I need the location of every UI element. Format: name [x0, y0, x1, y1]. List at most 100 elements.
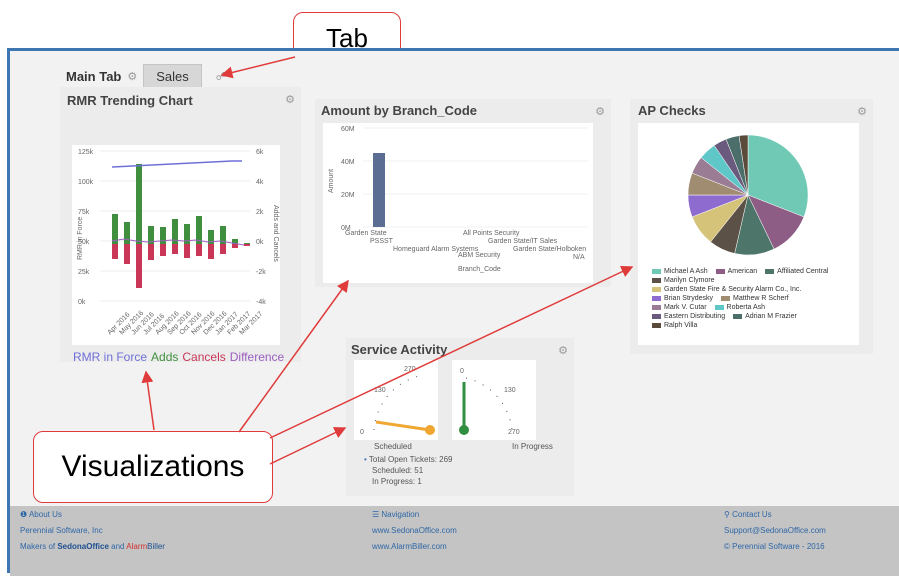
legend-swatch [652, 295, 661, 301]
ap-legend: Michael A Ash American Affiliated Central M… [638, 268, 859, 329]
g2-tick-270: 270 [508, 429, 520, 436]
legend-swatch [733, 313, 743, 319]
legend-adds[interactable]: Adds [151, 350, 178, 364]
ap-legend-item[interactable]: Marilyn Clymore [652, 277, 715, 284]
rmr-yright-tick: 0k [256, 239, 264, 246]
gauge-scheduled: 270 130 0 [354, 360, 438, 440]
stat-total: • Total Open Tickets: 269 [364, 454, 453, 465]
info-icon: ❶ [20, 510, 28, 519]
rmr-yleft-tick: 25k [78, 269, 90, 276]
legend-swatch [652, 322, 661, 328]
ap-legend-item[interactable]: American [715, 268, 758, 275]
rmr-yright-tick: -4k [256, 299, 266, 306]
brand-sedona[interactable]: SedonaOffice [57, 542, 109, 551]
ap-pie [687, 134, 809, 256]
visualizations-annotation: Visualizations [33, 431, 273, 503]
rmr-yleft-tick: 75k [78, 209, 90, 216]
ap-legend-label: American [727, 268, 758, 275]
ap-legend-item[interactable]: Garden State Fire & Security Alarm Co., … [652, 286, 801, 293]
ap-legend-item[interactable]: Roberta Ash [714, 304, 765, 311]
g2-tick-130: 130 [504, 387, 516, 394]
rmr-yright-tick: 4k [256, 179, 264, 186]
ap-legend-item[interactable]: Brian Strydesky [652, 295, 713, 302]
nav-link-alarmbiller[interactable]: www.AlarmBiller.com [372, 542, 457, 551]
ap-legend-item[interactable]: Affiliated Central [765, 268, 828, 275]
rmr-cancel-bar [172, 244, 178, 254]
ap-legend-item[interactable]: Ralph Villa [652, 322, 697, 329]
nav-link-sedona[interactable]: www.SedonaOffice.com [372, 526, 457, 535]
company-link[interactable]: Perennial Software, Inc [20, 526, 165, 535]
users-icon[interactable]: ☍ [216, 70, 227, 83]
amount-xtick: Garden State/Holboken [513, 246, 586, 253]
gauge-inprogress: 0 130 270 [452, 360, 536, 440]
amount-xtick: Garden State [345, 230, 387, 237]
ap-legend-item[interactable]: Mark V. Cutar [652, 304, 707, 311]
ap-legend-label: Brian Strydesky [664, 295, 714, 302]
service-settings-icon[interactable]: ⚙ [558, 344, 568, 357]
bullet-icon: • [364, 455, 367, 464]
ap-legend-item[interactable]: Michael A Ash [652, 268, 708, 275]
gear-icon[interactable]: ⚙ [127, 70, 137, 83]
tab-sales[interactable]: Sales [143, 64, 202, 89]
about-header[interactable]: ❶ About Us [20, 510, 165, 519]
about-label: About Us [28, 510, 62, 519]
amount-xtick: N/A [573, 254, 585, 261]
amount-chart: 60M40M20M0MAmountGarden StatePSSSTHomegu… [323, 123, 593, 283]
legend-cancels[interactable]: Cancels [182, 350, 225, 364]
g2-arc [465, 377, 513, 431]
rmr-cancel-bar [244, 244, 250, 246]
ap-title: AP Checks [638, 103, 706, 118]
rmr-yleft-tick: 100k [78, 179, 94, 186]
legend-swatch [714, 304, 724, 310]
rmr-ylabel-right: Adds and Cancels [272, 205, 279, 262]
tab-main[interactable]: Main Tab [66, 69, 121, 84]
rmr-yleft-tick: 0k [78, 299, 86, 306]
legend-difference[interactable]: Difference [230, 350, 284, 364]
rmr-settings-icon[interactable]: ⚙ [285, 93, 295, 106]
rmr-add-bar [244, 243, 250, 244]
brand-alarm[interactable]: Alarm [126, 542, 147, 551]
ap-settings-icon[interactable]: ⚙ [857, 105, 867, 118]
rmr-chart: 125k100k75k50k25k0k6k4k2k0k-2k-4kRMR in … [72, 145, 280, 345]
legend-rmr[interactable]: RMR in Force [73, 350, 147, 364]
ap-legend-label: Eastern Distributing [664, 313, 726, 320]
amount-ylabel: Amount [328, 169, 335, 193]
rmr-add-bar [160, 227, 166, 244]
ap-legend-label: Garden State Fire & Security Alarm Co., … [664, 286, 802, 293]
rmr-panel: RMR Trending Chart ⚙ 125k 100k 75k 50k 25k 0k… [60, 87, 301, 364]
ap-legend-item[interactable]: Adrian M Frazier [733, 313, 797, 320]
amount-xlabel: Branch_Code [458, 266, 501, 273]
amount-settings-icon[interactable]: ⚙ [595, 105, 605, 118]
amount-ytick: 20M [341, 192, 355, 199]
brand-biller[interactable]: Biller [147, 542, 165, 551]
rmr-cancel-bar [136, 244, 142, 288]
ap-legend-label: Michael A Ash [664, 268, 708, 275]
stat-total-text: Total Open Tickets: 269 [368, 455, 453, 464]
g1-tick-130: 130 [374, 387, 386, 394]
rmr-title: RMR Trending Chart [67, 93, 193, 108]
rmr-ylabel-left: RMR in Force [77, 217, 84, 260]
service-title: Service Activity [351, 342, 448, 357]
support-email[interactable]: Support@SedonaOffice.com [724, 526, 826, 535]
contact-header: ⚲ Contact Us [724, 510, 826, 519]
amount-xtick: Garden State/IT Sales [488, 238, 558, 245]
rmr-cancel-bar [124, 244, 130, 264]
copyright: © Perennial Software - 2016 [724, 542, 825, 551]
rmr-legend: RMR in Force Adds Cancels Difference [73, 350, 284, 364]
service-panel: Service Activity ⚙ 270 130 0 0 130 270 S… [346, 338, 574, 496]
rmr-cancel-bar [184, 244, 190, 258]
g2-tick-0: 0 [460, 368, 464, 375]
ap-legend-label: Matthew R Scherf [733, 295, 789, 302]
ap-legend-item[interactable]: Eastern Distributing [652, 313, 725, 320]
contact-label: Contact Us [732, 510, 772, 519]
rmr-yright-tick: -2k [256, 269, 266, 276]
footer: ❶ About Us Perennial Software, Inc Maker… [10, 506, 899, 576]
ap-legend-item[interactable]: Matthew R Scherf [721, 295, 789, 302]
amount-title: Amount by Branch_Code [321, 103, 478, 118]
legend-swatch [652, 286, 661, 292]
amount-xtick: PSSST [370, 238, 394, 245]
ap-legend-label: Affiliated Central [777, 268, 829, 275]
amount-panel: Amount by Branch_Code ⚙ 60M 40M 20M 0M Amoun… [315, 99, 611, 287]
g2-pivot [459, 425, 469, 435]
rmr-cancel-bar [196, 244, 202, 256]
